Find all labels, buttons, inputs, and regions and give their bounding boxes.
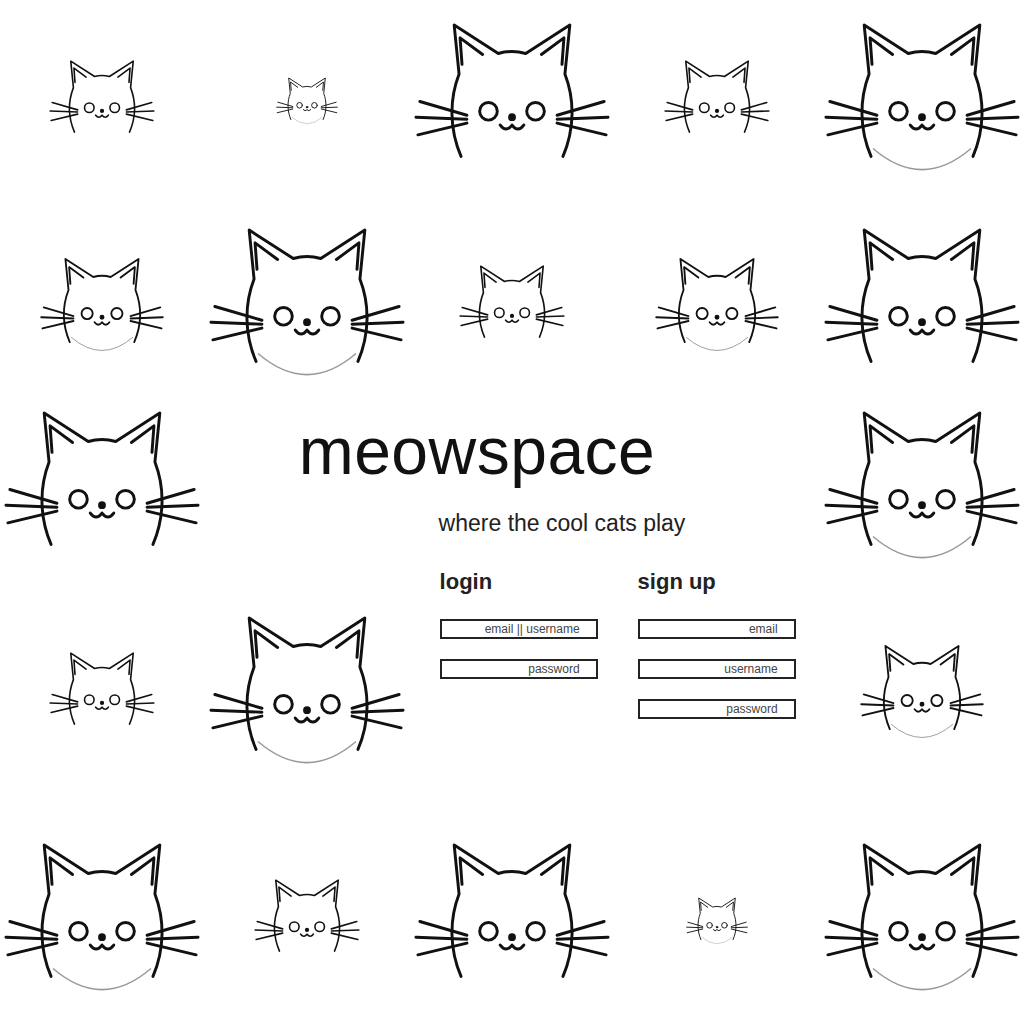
tagline: where the cool cats play xyxy=(439,512,686,535)
cat-icon xyxy=(664,58,770,148)
cat-icon xyxy=(49,650,155,740)
login-heading: login xyxy=(440,570,610,594)
cat-icon xyxy=(209,612,405,779)
signup-form: sign up xyxy=(610,570,810,820)
cat-icon xyxy=(209,224,405,391)
signup-field[interactable] xyxy=(638,619,796,639)
cat-icon xyxy=(824,19,1020,186)
cat-icon xyxy=(4,407,200,574)
forms: login sign up xyxy=(410,570,820,820)
cat-icon xyxy=(860,642,984,748)
cat-icon xyxy=(824,839,1020,1006)
cat-icon xyxy=(655,255,779,361)
cat-icon xyxy=(254,877,360,967)
cat-icon xyxy=(40,255,164,361)
cat-icon xyxy=(276,76,338,129)
login-form: login xyxy=(410,570,610,820)
login-field[interactable] xyxy=(440,659,598,679)
signup-heading: sign up xyxy=(638,570,810,594)
hero: meowspace where the cool cats play xyxy=(205,410,819,570)
cat-icon xyxy=(49,58,155,148)
cat-icon xyxy=(4,839,200,1006)
signup-field[interactable] xyxy=(638,699,796,719)
login-field[interactable] xyxy=(440,619,598,639)
cat-icon xyxy=(414,839,610,1006)
site-title: meowspace xyxy=(299,418,656,484)
cat-icon xyxy=(824,407,1020,574)
cat-icon xyxy=(824,224,1020,391)
cat-icon xyxy=(459,263,565,353)
signup-field[interactable] xyxy=(638,659,796,679)
cat-icon xyxy=(414,19,610,186)
cat-icon xyxy=(686,896,748,949)
